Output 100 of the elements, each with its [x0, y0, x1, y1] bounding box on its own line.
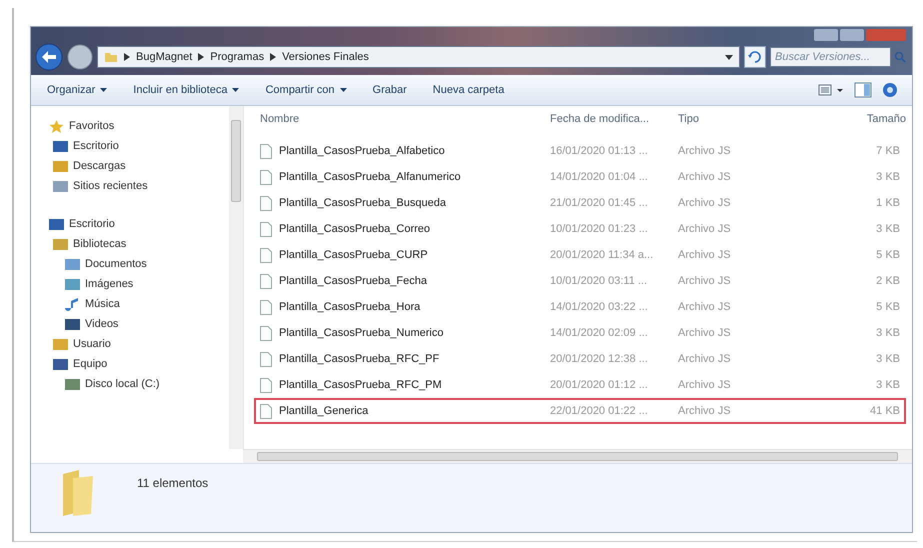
file-icon — [260, 352, 272, 366]
dropdown-arrow-icon[interactable] — [725, 54, 733, 60]
help-icon[interactable] — [882, 82, 898, 98]
file-name: Plantilla_CasosPrueba_CURP — [279, 249, 428, 261]
file-row[interactable]: Plantilla_CasosPrueba_Alfabetico 16/01/2020 01:13 ... Archivo JS 7 KB — [254, 138, 906, 164]
modified-date: 16/01/2020 01:13 ... — [550, 145, 649, 157]
file-size: 3 KB — [875, 223, 900, 235]
file-row[interactable]: Plantilla_CasosPrueba_Alfanumerico 14/01/2020 01:04 ... Archivo JS 3 KB — [254, 164, 906, 190]
modified-date: 21/01/2020 01:45 ... — [550, 197, 649, 209]
file-name: Plantilla_CasosPrueba_Alfabetico — [279, 145, 445, 157]
file-size: 7 KB — [875, 145, 900, 157]
toolbar-button[interactable]: Compartir con — [257, 82, 355, 98]
file-icon — [260, 404, 272, 418]
file-row[interactable]: Plantilla_CasosPrueba_Numerico 14/01/2020 02:09 ... Archivo JS 3 KB — [254, 320, 906, 346]
breadcrumb[interactable]: BugMagnet — [136, 51, 192, 63]
refresh-icon[interactable] — [744, 46, 766, 68]
file-icon — [260, 274, 272, 288]
file-row[interactable]: Plantilla_CasosPrueba_RFC_PM 20/01/2020 01:12 ... Archivo JS 3 KB — [254, 372, 906, 398]
modified-date: 14/01/2020 03:22 ... — [550, 301, 649, 313]
file-type: Archivo JS — [678, 379, 732, 391]
toolbar-button[interactable]: Grabar — [364, 82, 415, 98]
breadcrumb[interactable]: Versiones Finales — [282, 51, 369, 63]
modified-date: 14/01/2020 02:09 ... — [550, 327, 649, 339]
file-size: 3 KB — [875, 353, 900, 365]
column-header[interactable]: Tamaño — [798, 113, 906, 125]
breadcrumb[interactable]: Programas — [210, 51, 264, 63]
horizontal-scrollbar[interactable] — [243, 449, 912, 463]
sidebar-item[interactable]: Documentos — [49, 254, 229, 274]
file-icon — [260, 196, 272, 210]
sidebar-item[interactable]: Bibliotecas — [49, 234, 229, 254]
column-header[interactable]: Nombre — [260, 113, 550, 125]
file-name: Plantilla_CasosPrueba_RFC_PM — [279, 379, 442, 391]
modified-date: 14/01/2020 01:04 ... — [550, 171, 649, 183]
file-row[interactable]: Plantilla_CasosPrueba_Busqueda 21/01/2020 01:45 ... Archivo JS 1 KB — [254, 190, 906, 216]
file-icon — [260, 378, 272, 392]
modified-date: 20/01/2020 01:12 ... — [550, 379, 649, 391]
file-type: Archivo JS — [678, 145, 732, 157]
chevron-icon — [198, 53, 204, 61]
file-type: Archivo JS — [678, 249, 732, 261]
file-name: Plantilla_CasosPrueba_Numerico — [279, 327, 444, 339]
sidebar-item[interactable]: Videos — [49, 314, 229, 334]
column-header[interactable]: Fecha de modifica... — [550, 113, 678, 125]
file-type: Archivo JS — [678, 197, 732, 209]
file-icon — [260, 222, 272, 236]
file-row[interactable]: Plantilla_CasosPrueba_Hora 14/01/2020 03:22 ... Archivo JS 5 KB — [254, 294, 906, 320]
sidebar-item[interactable]: Escritorio — [49, 214, 229, 234]
sidebar-item[interactable]: Favoritos — [49, 116, 229, 136]
file-size: 1 KB — [875, 197, 900, 209]
item-count: 11 elementos — [137, 476, 208, 490]
caret-icon — [100, 88, 108, 92]
file-icon — [260, 248, 272, 262]
file-size: 41 KB — [869, 405, 900, 417]
file-name: Plantilla_Generica — [279, 405, 368, 417]
chevron-icon — [124, 53, 130, 61]
file-icon — [260, 300, 272, 314]
sidebar-item[interactable]: Usuario — [49, 334, 229, 354]
sidebar-item[interactable]: Disco local (C:) — [49, 374, 229, 394]
sidebar-item[interactable]: Descargas — [49, 156, 229, 176]
sidebar-item[interactable]: Sitios recientes — [49, 176, 229, 196]
chevron-icon — [270, 53, 276, 61]
file-name: Plantilla_CasosPrueba_Hora — [279, 301, 420, 313]
file-type: Archivo JS — [678, 353, 732, 365]
file-row[interactable]: Plantilla_CasosPrueba_RFC_PF 20/01/2020 12:38 ... Archivo JS 3 KB — [254, 346, 906, 372]
caret-icon — [340, 88, 347, 92]
address-bar[interactable]: BugMagnet Programas Versiones Finales — [97, 46, 740, 68]
modified-date: 22/01/2020 01:22 ... — [550, 405, 649, 417]
search-field[interactable]: Buscar Versiones... — [770, 47, 891, 67]
file-name: Plantilla_CasosPrueba_Correo — [279, 223, 430, 235]
file-type: Archivo JS — [678, 171, 732, 183]
file-size: 3 KB — [875, 327, 900, 339]
modified-date: 10/01/2020 03:11 ... — [550, 275, 648, 287]
modified-date: 20/01/2020 12:38 ... — [550, 353, 649, 365]
file-type: Archivo JS — [678, 275, 732, 287]
file-size: 5 KB — [875, 249, 900, 261]
toolbar-button[interactable]: Nueva carpeta — [424, 82, 512, 98]
file-icon — [260, 144, 272, 158]
file-row[interactable]: Plantilla_CasosPrueba_Fecha 10/01/2020 03:11 ... Archivo JS 2 KB — [254, 268, 906, 294]
toolbar-button[interactable]: Incluir en biblioteca — [125, 82, 248, 98]
preview-pane-icon[interactable] — [854, 82, 872, 98]
modified-date: 20/01/2020 11:34 a... — [550, 249, 654, 261]
sidebar-item[interactable]: Imágenes — [49, 274, 229, 294]
toolbar-button[interactable]: Organizar — [39, 82, 116, 98]
file-row[interactable]: Plantilla_CasosPrueba_Correo 10/01/2020 01:23 ... Archivo JS 3 KB — [254, 216, 906, 242]
caret-icon — [232, 88, 240, 92]
file-name: Plantilla_CasosPrueba_Fecha — [279, 275, 427, 287]
music-note-icon — [65, 298, 80, 310]
sidebar-item[interactable]: Escritorio — [49, 136, 229, 156]
search-icon — [894, 51, 906, 63]
file-type: Archivo JS — [678, 301, 732, 313]
sidebar-item[interactable]: Equipo — [49, 354, 229, 374]
file-row[interactable]: Plantilla_CasosPrueba_CURP 20/01/2020 11:34 a... Archivo JS 5 KB — [254, 242, 906, 268]
column-header[interactable]: Tipo — [678, 113, 798, 125]
file-size: 3 KB — [875, 171, 900, 183]
vertical-scrollbar[interactable] — [229, 106, 243, 449]
file-name: Plantilla_CasosPrueba_RFC_PF — [279, 353, 440, 365]
view-options-icon[interactable] — [818, 83, 844, 97]
file-row[interactable]: Plantilla_Generica 22/01/2020 01:22 ... Archivo JS 41 KB — [254, 398, 906, 424]
sidebar-item[interactable]: Música — [49, 294, 229, 314]
file-size: 5 KB — [875, 301, 900, 313]
file-icon — [260, 326, 272, 340]
